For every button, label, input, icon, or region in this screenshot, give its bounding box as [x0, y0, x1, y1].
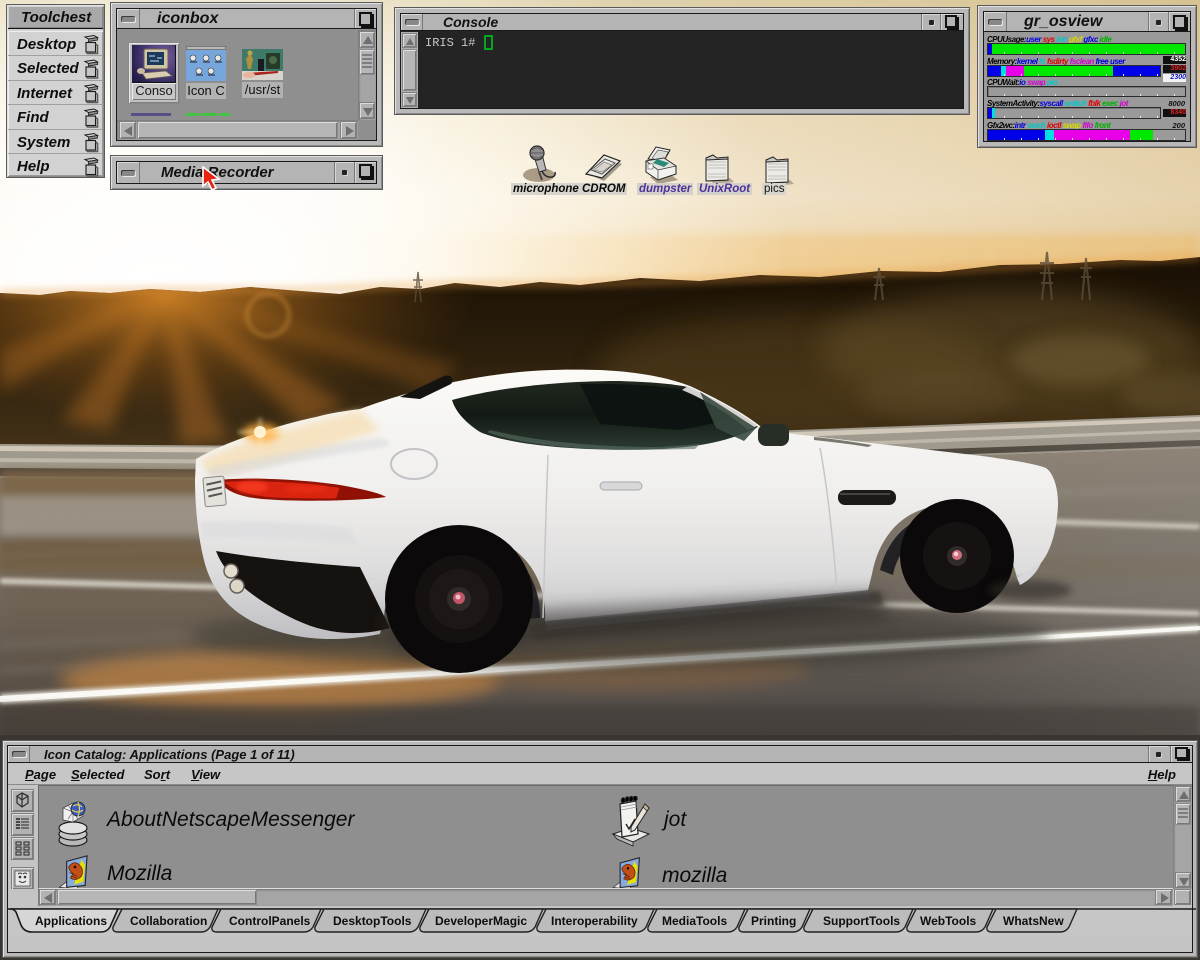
svg-text:MediaTools: MediaTools — [662, 914, 727, 928]
svg-text:DesktopTools: DesktopTools — [333, 914, 412, 928]
svg-text:WhatsNew: WhatsNew — [1003, 914, 1064, 928]
svg-text:Applications: Applications — [35, 914, 107, 928]
svg-text:ControlPanels: ControlPanels — [229, 914, 311, 928]
svg-text:SupportTools: SupportTools — [823, 914, 900, 928]
svg-text:DeveloperMagic: DeveloperMagic — [435, 914, 527, 928]
svg-text:Printing: Printing — [751, 914, 796, 928]
svg-text:Interoperability: Interoperability — [551, 914, 638, 928]
svg-text:Collaboration: Collaboration — [130, 914, 207, 928]
svg-text:WebTools: WebTools — [920, 914, 977, 928]
